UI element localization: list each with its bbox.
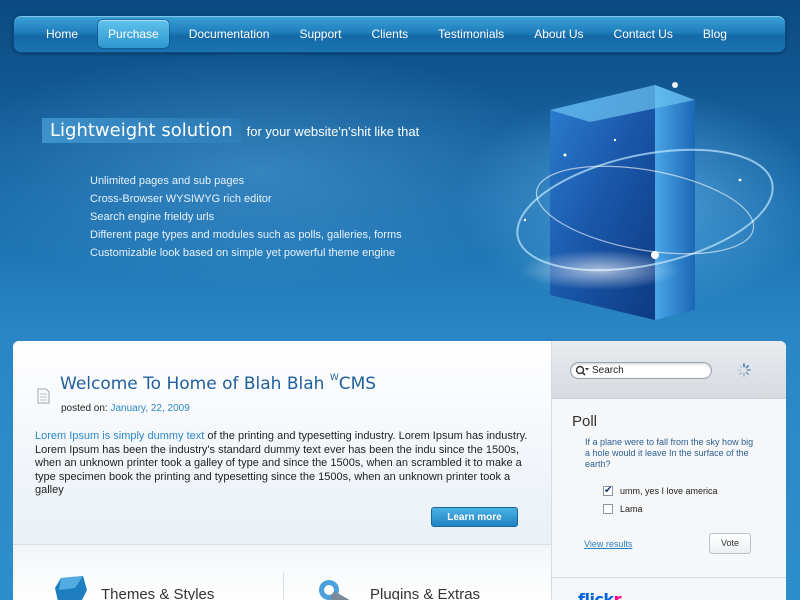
poll-option[interactable]: Lama: [603, 503, 643, 515]
poll-option[interactable]: ✔ umm, yes I love america: [603, 485, 718, 497]
nav-item-about-us[interactable]: About Us: [524, 20, 593, 48]
view-results-link[interactable]: View results: [584, 539, 632, 549]
sidebar: Poll If a plane were to fall from the sk…: [551, 341, 786, 600]
hero-headline: Lightweight solution for your website'n'…: [42, 118, 419, 143]
poll-option-label: Lama: [620, 504, 643, 514]
nav-item-support[interactable]: Support: [289, 20, 351, 48]
search-area: [552, 341, 786, 399]
article-lead[interactable]: Lorem Ipsum is simply dummy text: [35, 430, 204, 442]
plug-icon: [319, 580, 351, 600]
feature-item: Different page types and modules such as…: [90, 229, 402, 241]
checkmark-icon: ✔: [604, 485, 613, 496]
posted-date: posted on: January, 22, 2009: [61, 403, 190, 414]
product-box-illustration: [516, 82, 774, 320]
main-content: Welcome To Home of Blah Blah WCMS posted…: [13, 341, 551, 600]
shield-icon: [55, 576, 87, 600]
nav-item-blog[interactable]: Blog: [693, 20, 737, 48]
feature-item: Unlimited pages and sub pages: [90, 175, 245, 187]
spinner-icon: [737, 363, 751, 377]
poll-question: If a plane were to fall from the sky how…: [585, 437, 754, 469]
divider: [283, 573, 284, 600]
document-icon: [37, 388, 50, 404]
nav-item-documentation[interactable]: Documentation: [179, 20, 280, 48]
nav-item-home[interactable]: Home: [36, 20, 88, 48]
feature-item: Cross-Browser WYSIWYG rich editor: [90, 193, 272, 205]
flickr-logo[interactable]: flickr: [578, 590, 621, 600]
nav-item-testimonials[interactable]: Testimonials: [428, 20, 514, 48]
search-icon: [575, 365, 589, 376]
feature-item: Search engine frieldy urls: [90, 211, 215, 223]
content-panel: Welcome To Home of Blah Blah WCMS posted…: [13, 341, 786, 600]
hero-subtitle: for your website'n'shit like that: [246, 124, 420, 139]
divider: [552, 577, 786, 578]
nav-item-contact-us[interactable]: Contact Us: [604, 20, 683, 48]
poll-checkbox[interactable]: [603, 504, 613, 514]
nav-item-clients[interactable]: Clients: [361, 20, 418, 48]
search-box[interactable]: [570, 362, 712, 379]
main-nav: Home Purchase Documentation Support Clie…: [13, 15, 786, 53]
poll-checkbox[interactable]: ✔: [603, 485, 613, 496]
search-input[interactable]: [592, 364, 707, 377]
plugins-extras-link[interactable]: Plugins & Extras: [370, 586, 480, 600]
article-body: Lorem Ipsum is simply dummy text of the …: [35, 430, 528, 497]
page-title: Welcome To Home of Blah Blah WCMS: [60, 373, 377, 394]
poll-option-label: umm, yes I love america: [620, 486, 718, 496]
vote-button[interactable]: Vote: [709, 533, 751, 554]
poll-title: Poll: [572, 413, 598, 430]
learn-more-button[interactable]: Learn more: [431, 507, 518, 527]
feature-item: Customizable look based on simple yet po…: [90, 247, 396, 259]
themes-styles-link[interactable]: Themes & Styles: [101, 586, 214, 600]
hero-title: Lightweight solution: [42, 118, 241, 143]
feature-list: Unlimited pages and sub pages Cross-Brow…: [90, 172, 402, 262]
nav-item-purchase[interactable]: Purchase: [98, 20, 169, 48]
